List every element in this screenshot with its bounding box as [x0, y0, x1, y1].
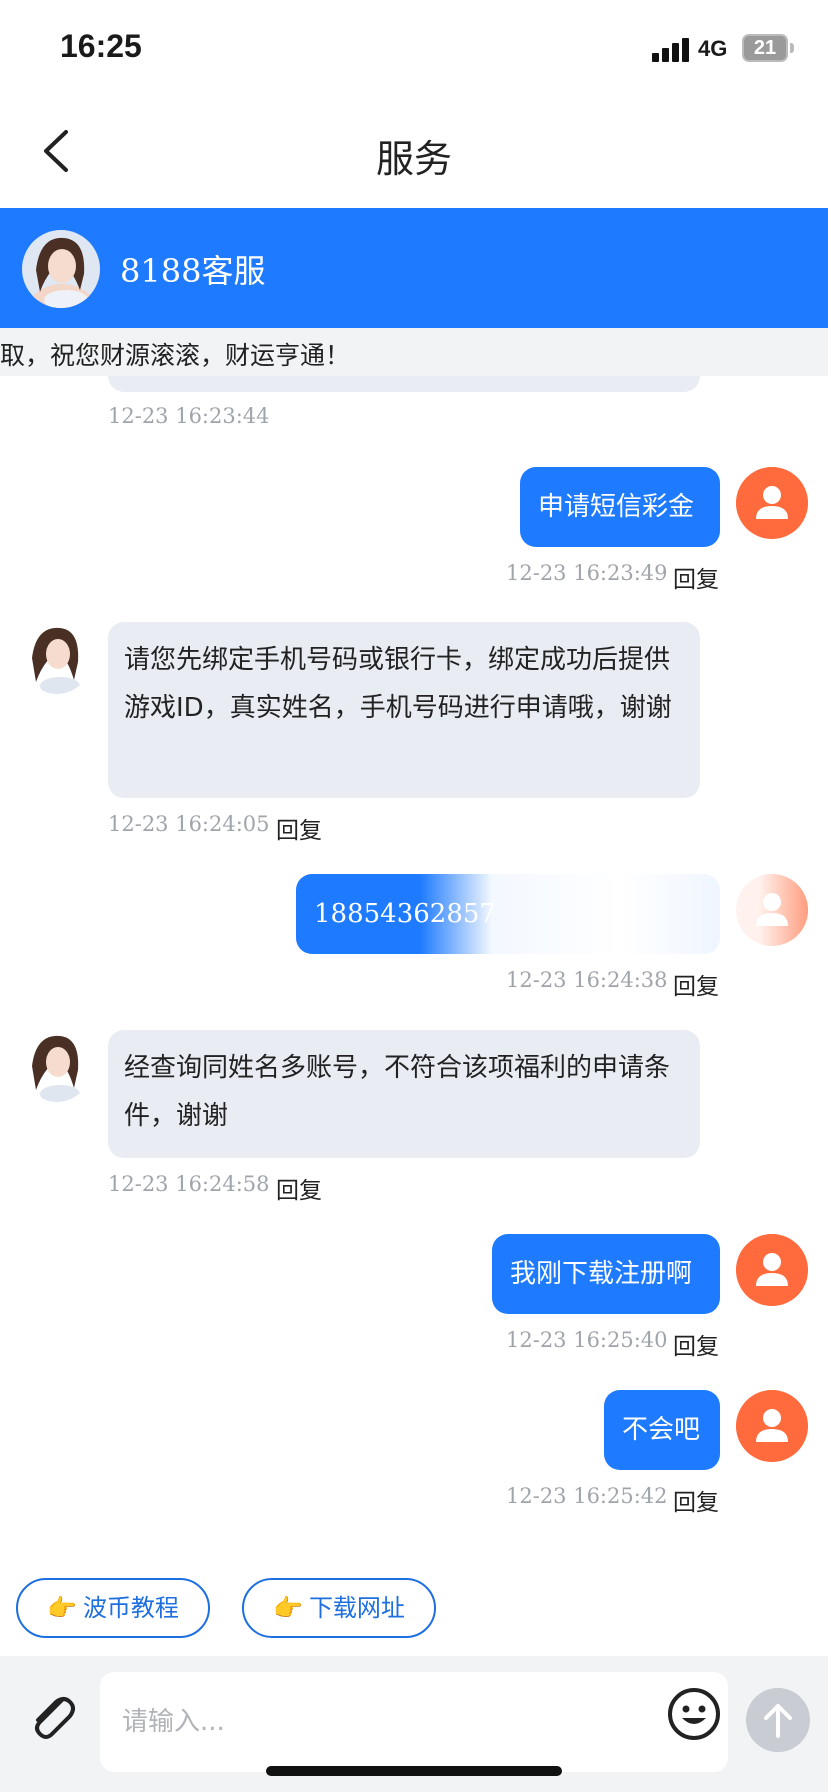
user-message-bubble: 申请短信彩金: [520, 467, 720, 547]
message-time: 12-23 16:24:38: [506, 968, 668, 992]
message-time: 12-23 16:25:40: [506, 1328, 668, 1352]
message-time: 12-23 16:25:42: [506, 1484, 668, 1508]
agent-avatar: [22, 622, 92, 694]
home-indicator: [266, 1766, 562, 1776]
user-message-bubble: 不会吧: [604, 1390, 720, 1470]
nav-bar: 服务: [0, 100, 828, 208]
emoji-icon[interactable]: [666, 1686, 722, 1742]
attachment-icon[interactable]: [24, 1686, 80, 1742]
quick-action-label: 波币教程: [82, 1594, 179, 1622]
agent-avatar: [22, 1030, 92, 1102]
agent-header: 8188客服: [0, 208, 828, 328]
quick-action-label: 下载网址: [308, 1594, 405, 1622]
page-title: 服务: [375, 137, 452, 181]
message-time: 12-23 16:23:49: [506, 561, 668, 585]
agent-message-bubble: 请您先绑定手机号码或银行卡，绑定成功后提供游戏ID，真实姓名，手机号码进行申请哦…: [108, 622, 700, 798]
status-time: 16:25: [60, 28, 142, 64]
reply-link[interactable]: 回复: [673, 560, 719, 594]
agent-name: 8188客服: [120, 252, 266, 290]
reply-link[interactable]: 回复: [673, 967, 719, 1001]
notice-text: 取，祝您财源滚滚，财运亨通！: [0, 341, 351, 370]
network-type: 4G: [698, 36, 728, 61]
reply-link[interactable]: 回复: [673, 1327, 719, 1361]
user-avatar: [736, 1234, 808, 1306]
signal-icon: [652, 38, 692, 62]
reply-link[interactable]: 回复: [673, 1483, 719, 1517]
quick-action-bobi-tutorial[interactable]: 👉 波币教程: [16, 1578, 210, 1638]
message-time: 12-23 16:23:44: [108, 404, 270, 428]
message-bubble-partial: [108, 376, 700, 392]
notice-marquee: 取，祝您财源滚滚，财运亨通！: [0, 328, 828, 376]
pointing-hand-icon: 👉: [47, 1594, 77, 1622]
user-avatar: [736, 1390, 808, 1462]
battery-cap: [790, 43, 794, 53]
agent-avatar: [22, 230, 100, 308]
message-time: 12-23 16:24:58: [108, 1172, 270, 1196]
battery-icon: 21: [742, 34, 788, 62]
reply-link[interactable]: 回复: [276, 1171, 322, 1205]
message-time: 12-23 16:24:05: [108, 812, 270, 836]
user-avatar: [736, 467, 808, 539]
message-input[interactable]: [100, 1672, 728, 1772]
user-message-bubble: 我刚下载注册啊: [492, 1234, 720, 1314]
reply-link[interactable]: 回复: [276, 811, 322, 845]
quick-actions-bar: 👉 波币教程 👉 下载网址: [0, 1556, 828, 1656]
send-button[interactable]: [746, 1688, 810, 1752]
status-bar: 16:25 4G 21: [0, 0, 828, 100]
pointing-hand-icon: 👉: [273, 1594, 303, 1622]
chat-list[interactable]: 12-23 16:23:44 申请短信彩金 12-23 16:23:49 回复 …: [0, 376, 828, 1556]
battery-level: 21: [753, 37, 777, 59]
quick-action-download-url[interactable]: 👉 下载网址: [242, 1578, 436, 1638]
privacy-blur: [420, 864, 820, 964]
agent-message-bubble: 经查询同姓名多账号，不符合该项福利的申请条件，谢谢: [108, 1030, 700, 1158]
